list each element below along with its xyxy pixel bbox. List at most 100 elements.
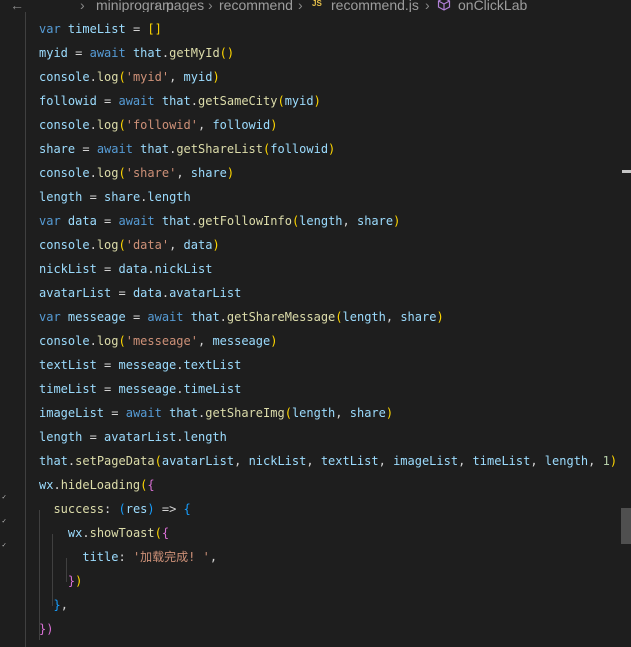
fold-chevron-icon[interactable]: ✓ xyxy=(2,542,8,549)
code-token: getShareMessage xyxy=(226,310,336,324)
code-editor[interactable]: ✓ ✓ ✓ var textList = []var timeList = []… xyxy=(0,0,620,647)
code-line[interactable]: }, xyxy=(39,593,67,617)
code-token: textList xyxy=(183,358,242,372)
code-token: data xyxy=(118,262,148,276)
code-line[interactable]: length = avatarList.length xyxy=(39,425,227,449)
code-token: await xyxy=(89,46,126,60)
code-token: ) xyxy=(212,238,220,252)
code-token: log xyxy=(96,166,119,180)
method-cube-icon xyxy=(437,0,451,11)
code-token: avatarList xyxy=(104,430,177,444)
code-token: ( xyxy=(335,310,343,324)
code-line[interactable]: imageList = await that.getShareImg(lengt… xyxy=(39,401,393,425)
code-token: setPageData xyxy=(75,454,155,468)
code-token: nickList xyxy=(39,262,97,276)
code-token: } xyxy=(53,598,61,612)
code-token: messeage xyxy=(212,334,271,348)
code-token: ) xyxy=(226,166,235,180)
code-token: . xyxy=(89,334,97,348)
code-token: . xyxy=(161,46,170,60)
code-token: nickList xyxy=(154,262,213,276)
breadcrumb-item-symbol[interactable]: onClickLab xyxy=(458,0,527,12)
code-line[interactable]: myid = await that.getMyId() xyxy=(39,41,234,65)
code-token: => xyxy=(154,502,184,516)
code-token: [] xyxy=(147,22,162,36)
code-line[interactable]: success: (res) => { xyxy=(39,497,191,521)
code-line[interactable]: avatarList = data.avatarList xyxy=(39,281,241,305)
code-token: length xyxy=(342,310,386,324)
code-token: '加载完成! ' xyxy=(132,550,210,564)
code-token: . xyxy=(53,478,61,492)
code-line[interactable]: var data = await that.getFollowInfo(leng… xyxy=(39,209,400,233)
code-line[interactable]: console.log('messeage', messeage) xyxy=(39,329,277,353)
code-token: () xyxy=(219,46,235,60)
scrollbar-thumb[interactable] xyxy=(621,508,631,544)
code-line[interactable]: timeList = messeage.timeList xyxy=(39,377,241,401)
code-line[interactable]: title: '加载完成! ', xyxy=(39,545,217,569)
code-line[interactable]: console.log('followid', followid) xyxy=(39,113,277,137)
code-token: hideLoading xyxy=(60,478,141,492)
code-token: share xyxy=(104,190,141,204)
code-token: textList xyxy=(39,358,97,372)
code-token: = xyxy=(104,406,126,420)
code-token: length xyxy=(544,454,589,468)
code-token: , xyxy=(530,454,545,468)
code-token: getFollowInfo xyxy=(198,214,292,228)
code-token: getShareList xyxy=(176,142,264,156)
code-line[interactable]: wx.hideLoading({ xyxy=(39,473,155,497)
chevron-right-icon: › xyxy=(80,0,85,12)
breadcrumb-item-folder[interactable]: pages xyxy=(166,0,204,12)
code-line[interactable]: length = share.length xyxy=(39,185,191,209)
code-line[interactable]: share = await that.getShareList(followid… xyxy=(39,137,335,161)
code-line[interactable]: nickList = data.nickList xyxy=(39,257,212,281)
code-token: imageList xyxy=(39,406,105,420)
code-token: getMyId xyxy=(169,46,220,60)
code-token: ( xyxy=(118,70,126,84)
code-token: await xyxy=(118,94,155,108)
breadcrumb-item-folder[interactable]: recommend xyxy=(219,0,293,12)
code-line[interactable]: console.log('data', data) xyxy=(39,233,220,257)
code-token: 'share' xyxy=(125,166,177,180)
fold-chevron-icon[interactable]: ✓ xyxy=(2,518,8,525)
code-token: timeList xyxy=(67,22,126,36)
code-line[interactable]: var messeage = await that.getShareMessag… xyxy=(39,305,444,329)
fold-chevron-icon[interactable]: ✓ xyxy=(2,494,8,501)
code-token: : xyxy=(118,550,133,564)
code-token: { xyxy=(183,502,191,516)
code-line[interactable]: }) xyxy=(39,617,53,641)
breadcrumb-item-folder[interactable]: miniprogram xyxy=(96,0,174,12)
code-token: myid xyxy=(284,94,314,108)
code-token: , xyxy=(342,214,357,228)
code-line[interactable]: console.log('myid', myid) xyxy=(39,65,220,89)
code-line[interactable]: textList = messeage.textList xyxy=(39,353,241,377)
code-token: . xyxy=(89,238,97,252)
code-line[interactable]: console.log('share', share) xyxy=(39,161,234,185)
code-token: . xyxy=(176,358,184,372)
code-line[interactable]: var timeList = [] xyxy=(39,17,162,41)
code-token: await xyxy=(147,310,184,324)
code-token: , xyxy=(306,454,321,468)
code-token: . xyxy=(176,430,184,444)
code-token: ( xyxy=(118,502,126,516)
code-token: share xyxy=(190,166,227,180)
code-line[interactable]: followid = await that.getSameCity(myid) xyxy=(39,89,321,113)
code-line[interactable]: that.setPageData(avatarList, nickList, t… xyxy=(39,449,617,473)
vertical-scrollbar[interactable] xyxy=(620,0,631,647)
code-token: wx xyxy=(67,526,83,540)
code-token: . xyxy=(190,214,199,228)
chevron-right-icon: › xyxy=(298,0,303,12)
code-line[interactable]: }) xyxy=(39,569,82,593)
breadcrumb: ← › miniprogram › pages › recommend › JS… xyxy=(0,0,631,12)
code-token: console xyxy=(39,238,90,252)
code-token: , xyxy=(588,454,603,468)
breadcrumb-item-file[interactable]: recommend.js xyxy=(331,0,419,12)
back-arrow-icon[interactable]: ← xyxy=(10,0,24,12)
code-token: console xyxy=(39,70,90,84)
code-line[interactable]: wx.showToast({ xyxy=(39,521,169,545)
code-token: share xyxy=(356,214,394,228)
